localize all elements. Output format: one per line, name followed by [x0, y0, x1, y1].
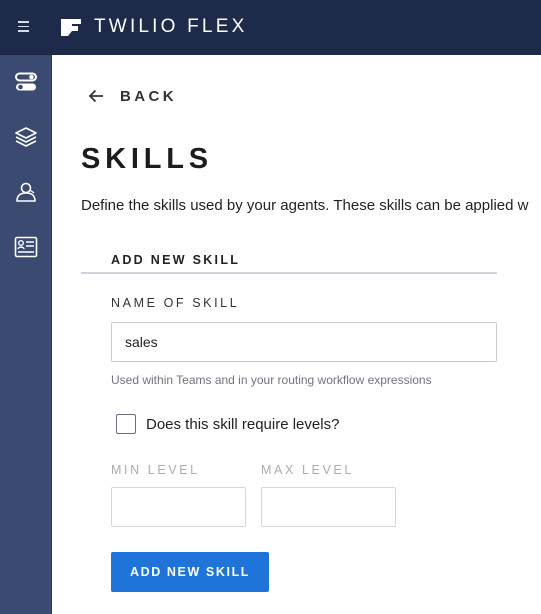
max-level-input[interactable]	[261, 487, 396, 527]
levels-checkbox[interactable]	[116, 414, 136, 434]
sidebar-item-layers[interactable]	[0, 110, 52, 164]
min-level-label: MIN LEVEL	[111, 463, 200, 477]
skill-name-input[interactable]	[111, 322, 497, 362]
sidebar	[0, 55, 52, 614]
twilio-flex-logo-icon	[61, 19, 81, 36]
arrow-left-icon	[88, 89, 103, 103]
min-level-input[interactable]	[111, 487, 246, 527]
layers-icon	[15, 127, 37, 147]
section-header: ADD NEW SKILL	[81, 249, 497, 274]
agent-icon	[16, 182, 36, 202]
levels-checkbox-row[interactable]: Does this skill require levels?	[116, 413, 339, 435]
section-title: ADD NEW SKILL	[111, 253, 241, 267]
sidebar-item-agents[interactable]	[0, 165, 52, 219]
back-label: BACK	[120, 87, 177, 105]
max-level-label: MAX LEVEL	[261, 463, 354, 477]
main-content: BACK SKILLS Define the skills used by yo…	[52, 55, 541, 614]
hamburger-menu-icon[interactable]	[16, 19, 32, 33]
toggles-icon	[15, 72, 37, 91]
back-button[interactable]: BACK	[88, 85, 177, 107]
page-description: Define the skills used by your agents. T…	[81, 197, 529, 214]
skill-name-hint: Used within Teams and in your routing wo…	[111, 373, 432, 387]
sidebar-item-list[interactable]	[0, 220, 52, 274]
list-card-icon	[14, 236, 38, 258]
app-brand-title: TWILIO FLEX	[94, 16, 248, 37]
levels-checkbox-label: Does this skill require levels?	[146, 415, 340, 433]
sidebar-item-toggles[interactable]	[0, 55, 52, 109]
page-title: SKILLS	[81, 143, 213, 175]
add-new-skill-button[interactable]: ADD NEW SKILL	[111, 552, 269, 592]
skill-name-label: NAME OF SKILL	[111, 296, 240, 310]
top-bar: TWILIO FLEX	[0, 0, 541, 55]
